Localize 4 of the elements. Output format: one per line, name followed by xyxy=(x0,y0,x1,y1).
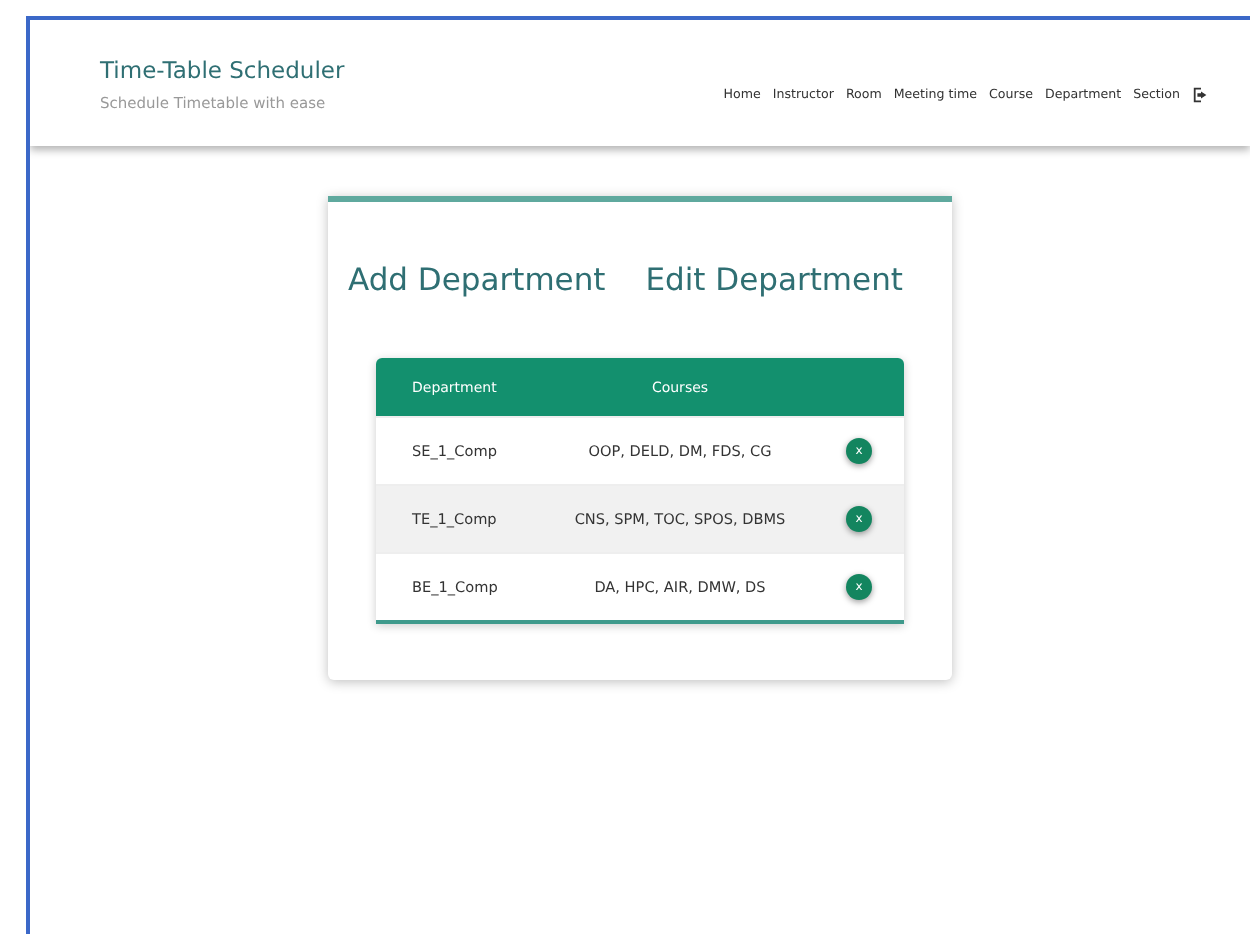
section-heading[interactable]: Add Department xyxy=(348,262,606,298)
logout-icon[interactable] xyxy=(1192,86,1210,104)
site-title[interactable]: Time-Table Scheduler xyxy=(100,55,345,83)
section-heading[interactable]: Edit Department xyxy=(645,262,903,298)
